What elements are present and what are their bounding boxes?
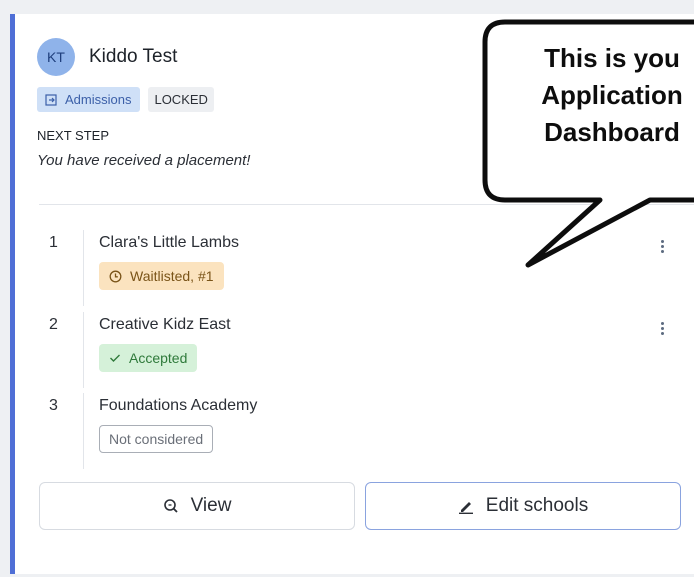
- status-label: Not considered: [109, 431, 204, 447]
- pencil-icon: [458, 498, 474, 514]
- school-name: Foundations Academy: [99, 397, 258, 414]
- check-icon: [109, 353, 121, 363]
- waitlisted-badge: Waitlisted, #1: [99, 262, 224, 290]
- edit-schools-button-label: Edit schools: [485, 495, 589, 516]
- school-rank: 2: [49, 316, 58, 333]
- next-step-text: You have received a placement!: [37, 152, 251, 169]
- school-status: Accepted: [99, 344, 198, 372]
- view-button[interactable]: View: [39, 482, 355, 530]
- school-status: Waitlisted, #1: [99, 262, 224, 290]
- callout-line: This is you: [544, 43, 680, 73]
- school-rank: 1: [49, 234, 58, 251]
- status-label: Waitlisted, #1: [130, 268, 214, 284]
- locked-badge: LOCKED: [148, 87, 214, 112]
- school-rank: 3: [49, 397, 58, 414]
- callout-text: This is you Application Dashboard: [492, 40, 694, 151]
- zoom-icon: [163, 498, 179, 514]
- next-step-label: NEXT STEP: [37, 128, 110, 143]
- edit-schools-button[interactable]: Edit schools: [365, 482, 681, 530]
- divider: [39, 204, 694, 205]
- clock-icon: [109, 270, 122, 283]
- school-divider: [83, 230, 84, 306]
- callout-line: Dashboard: [544, 117, 680, 147]
- status-label: Accepted: [129, 350, 188, 366]
- enter-icon: [45, 93, 57, 106]
- not-considered-badge: Not considered: [99, 425, 214, 453]
- applicant-name: Kiddo Test: [89, 46, 178, 67]
- school-name: Creative Kidz East: [99, 316, 231, 333]
- school-name: Clara's Little Lambs: [99, 234, 239, 251]
- status-tags: Admissions LOCKED: [37, 87, 214, 112]
- avatar: KT: [37, 38, 75, 76]
- callout-line: Application: [541, 80, 683, 110]
- school-divider: [83, 312, 84, 388]
- stage-tag-label: Admissions: [65, 92, 132, 107]
- more-options-icon[interactable]: [657, 322, 667, 335]
- view-button-label: View: [190, 495, 232, 516]
- stage-tag: Admissions: [37, 87, 141, 112]
- school-divider: [83, 393, 84, 469]
- accepted-badge: Accepted: [99, 344, 198, 372]
- more-options-icon[interactable]: [657, 240, 667, 253]
- school-status: Not considered: [99, 425, 214, 453]
- applicant-header: KT Kiddo Test: [37, 38, 177, 76]
